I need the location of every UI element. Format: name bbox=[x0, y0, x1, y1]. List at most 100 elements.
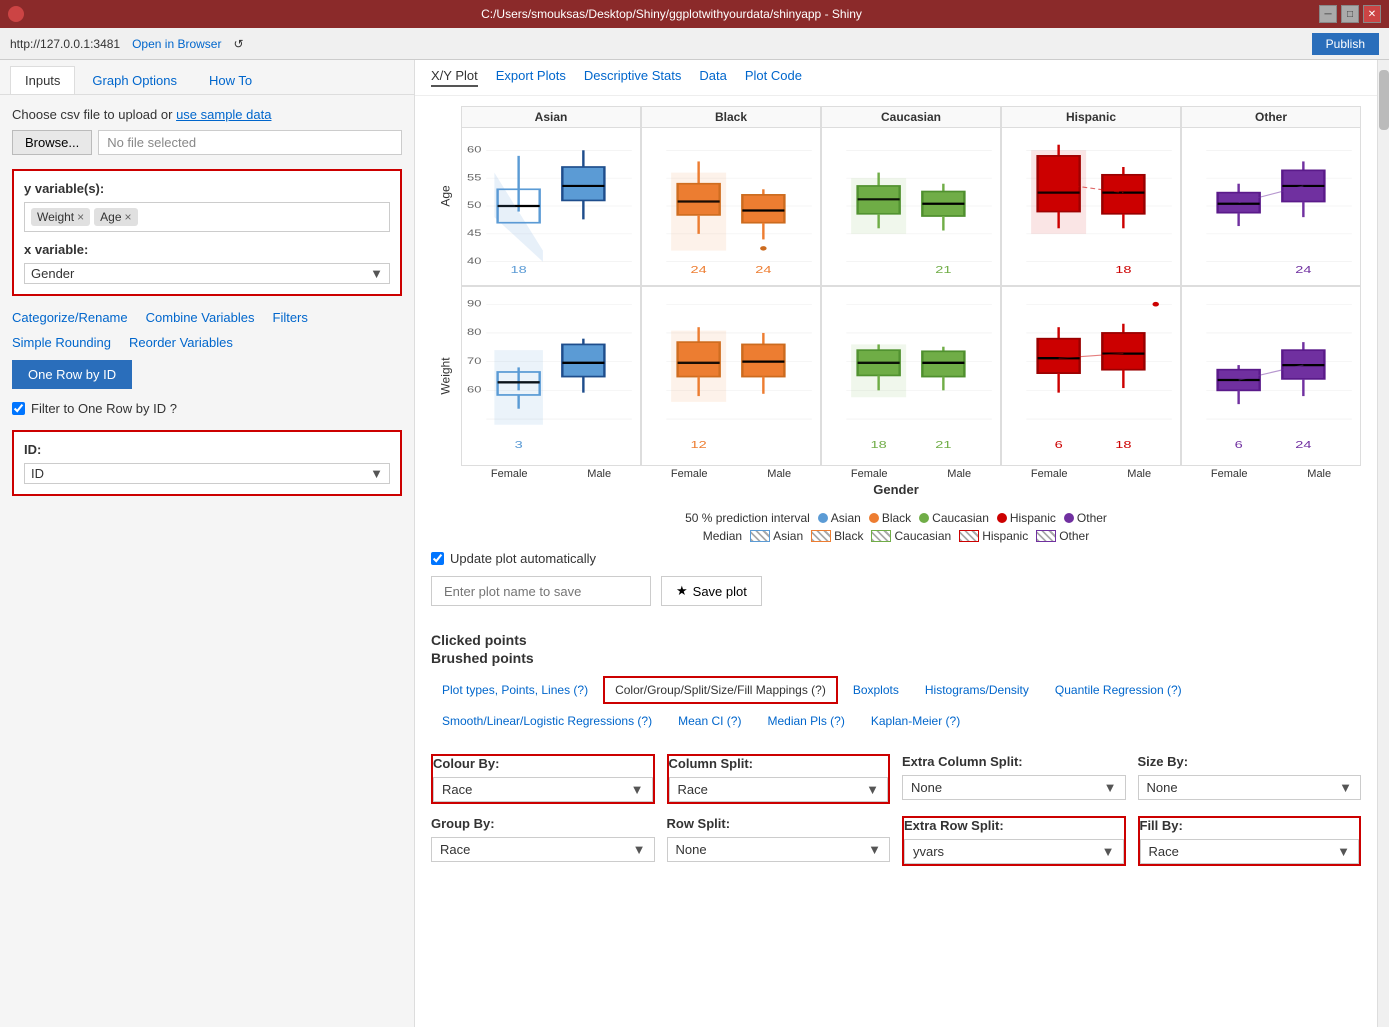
use-sample-data-link[interactable]: use sample data bbox=[176, 107, 271, 122]
facet-black-age: Black bbox=[641, 106, 821, 286]
row-split-select[interactable]: None ▼ bbox=[667, 837, 891, 862]
facet-plot-black-age: 24 24 bbox=[642, 128, 820, 284]
clicked-title: Clicked points bbox=[431, 632, 1361, 648]
median-hispanic: Hispanic bbox=[959, 529, 1028, 543]
y-variable-input[interactable]: Weight × Age × bbox=[24, 202, 390, 232]
id-select[interactable]: ID ▼ bbox=[24, 463, 390, 484]
svg-text:18: 18 bbox=[511, 264, 527, 275]
save-plot-button[interactable]: ★ Save plot bbox=[661, 576, 762, 606]
opt-tab-mean-ci[interactable]: Mean CI (?) bbox=[667, 708, 752, 734]
facet-plot-hispanic-age: 18 bbox=[1002, 128, 1180, 284]
fill-by-select[interactable]: Race ▼ bbox=[1140, 839, 1360, 864]
y-tag-age[interactable]: Age × bbox=[94, 208, 137, 226]
svg-text:60: 60 bbox=[467, 385, 481, 395]
fill-by-arrow: ▼ bbox=[1337, 844, 1350, 859]
opt-tab-color-mappings[interactable]: Color/Group/Split/Size/Fill Mappings (?) bbox=[603, 676, 838, 704]
facet-other-weight: 6 24 bbox=[1181, 286, 1361, 466]
y-tag-weight[interactable]: Weight × bbox=[31, 208, 90, 226]
rounding-link[interactable]: Simple Rounding bbox=[12, 335, 111, 350]
svg-text:45: 45 bbox=[467, 229, 481, 239]
filters-link[interactable]: Filters bbox=[273, 310, 308, 325]
x-labels-other: Female Male bbox=[1181, 466, 1361, 482]
browse-button[interactable]: Browse... bbox=[12, 130, 92, 155]
remove-weight-tag[interactable]: × bbox=[77, 210, 84, 224]
size-by-value: None bbox=[1147, 780, 1340, 795]
tab-xy-plot[interactable]: X/Y Plot bbox=[431, 68, 478, 87]
svg-text:24: 24 bbox=[1295, 439, 1311, 450]
fill-by-group: Fill By: Race ▼ bbox=[1138, 816, 1362, 866]
extra-column-split-select[interactable]: None ▼ bbox=[902, 775, 1126, 800]
tab-plot-code[interactable]: Plot Code bbox=[745, 68, 802, 87]
column-split-select[interactable]: Race ▼ bbox=[669, 777, 889, 802]
opt-tab-boxplots[interactable]: Boxplots bbox=[842, 676, 910, 704]
median-black: Black bbox=[811, 529, 863, 543]
size-by-group: Size By: None ▼ bbox=[1138, 754, 1362, 804]
tab-export-plots[interactable]: Export Plots bbox=[496, 68, 566, 87]
scrollbar[interactable] bbox=[1377, 60, 1389, 1027]
tab-inputs[interactable]: Inputs bbox=[10, 66, 75, 94]
update-checkbox[interactable] bbox=[431, 552, 444, 565]
filter-checkbox[interactable] bbox=[12, 402, 25, 415]
fill-by-label: Fill By: bbox=[1140, 818, 1360, 833]
size-by-select[interactable]: None ▼ bbox=[1138, 775, 1362, 800]
median-asian: Asian bbox=[750, 529, 803, 543]
right-panel: X/Y Plot Export Plots Descriptive Stats … bbox=[415, 60, 1377, 1027]
reorder-link[interactable]: Reorder Variables bbox=[129, 335, 233, 350]
mapping-grid: Colour By: Race ▼ Column Split: Race ▼ bbox=[431, 744, 1361, 876]
svg-text:6: 6 bbox=[1235, 439, 1243, 450]
legend-hispanic-swatch bbox=[997, 513, 1007, 523]
extra-column-split-arrow: ▼ bbox=[1104, 780, 1117, 795]
median-other-swatch bbox=[1036, 530, 1056, 542]
group-by-group: Group By: Race ▼ bbox=[431, 816, 655, 866]
facet-plot-caucasian-age: 21 bbox=[822, 128, 1000, 284]
row-split-arrow: ▼ bbox=[868, 842, 881, 857]
combine-link[interactable]: Combine Variables bbox=[146, 310, 255, 325]
svg-text:21: 21 bbox=[935, 439, 951, 450]
x-variable-select[interactable]: Gender ▼ bbox=[24, 263, 390, 284]
facet-other-age: Other bbox=[1181, 106, 1361, 286]
svg-text:18: 18 bbox=[871, 439, 887, 450]
refresh-icon[interactable]: ↺ bbox=[233, 37, 243, 51]
minimize-button[interactable]: ─ bbox=[1319, 5, 1337, 23]
y-axis-age-label: Age bbox=[439, 185, 453, 206]
group-by-select[interactable]: Race ▼ bbox=[431, 837, 655, 862]
group-by-value: Race bbox=[440, 842, 633, 857]
median-other: Other bbox=[1036, 529, 1089, 543]
extra-row-split-group: Extra Row Split: yvars ▼ bbox=[902, 816, 1126, 866]
opt-tab-kaplan[interactable]: Kaplan-Meier (?) bbox=[860, 708, 971, 734]
browse-row: Browse... No file selected bbox=[12, 130, 402, 155]
close-button[interactable]: ✕ bbox=[1363, 5, 1381, 23]
open-in-browser-link[interactable]: Open in Browser bbox=[132, 37, 221, 51]
opt-tab-histograms[interactable]: Histograms/Density bbox=[914, 676, 1040, 704]
median-caucasian-swatch bbox=[871, 530, 891, 542]
window-controls[interactable]: ─ □ ✕ bbox=[1319, 5, 1381, 23]
tab-graph-options[interactable]: Graph Options bbox=[77, 66, 192, 94]
id-box: ID: ID ▼ bbox=[12, 430, 402, 496]
publish-button[interactable]: Publish bbox=[1312, 33, 1379, 55]
svg-text:90: 90 bbox=[467, 299, 481, 309]
extra-row-split-arrow: ▼ bbox=[1102, 844, 1115, 859]
extra-row-split-select[interactable]: yvars ▼ bbox=[904, 839, 1124, 864]
tab-data[interactable]: Data bbox=[699, 68, 726, 87]
colour-by-select[interactable]: Race ▼ bbox=[433, 777, 653, 802]
opt-tab-median-pls[interactable]: Median Pls (?) bbox=[756, 708, 855, 734]
clicked-section: Clicked points Brushed points Plot types… bbox=[415, 632, 1377, 876]
opt-tab-plot-types[interactable]: Plot types, Points, Lines (?) bbox=[431, 676, 599, 704]
opt-tab-smooth[interactable]: Smooth/Linear/Logistic Regressions (?) bbox=[431, 708, 663, 734]
save-plot-input[interactable] bbox=[431, 576, 651, 606]
facet-row-weight: Weight bbox=[431, 286, 1361, 466]
tab-descriptive-stats[interactable]: Descriptive Stats bbox=[584, 68, 682, 87]
legend-asian-swatch bbox=[818, 513, 828, 523]
remove-age-tag[interactable]: × bbox=[125, 210, 132, 224]
median-label: Median bbox=[703, 529, 742, 543]
one-row-by-id-button[interactable]: One Row by ID bbox=[12, 360, 132, 389]
scrollbar-thumb[interactable] bbox=[1379, 70, 1389, 130]
facet-hispanic-age: Hispanic bbox=[1001, 106, 1181, 286]
extra-column-split-value: None bbox=[911, 780, 1104, 795]
tab-how-to[interactable]: How To bbox=[194, 66, 267, 94]
categorize-link[interactable]: Categorize/Rename bbox=[12, 310, 128, 325]
opt-tab-quantile[interactable]: Quantile Regression (?) bbox=[1044, 676, 1193, 704]
maximize-button[interactable]: □ bbox=[1341, 5, 1359, 23]
facet-cells-weight: 90 80 70 60 3 bbox=[461, 286, 1361, 466]
legend-black: Black bbox=[869, 511, 911, 525]
